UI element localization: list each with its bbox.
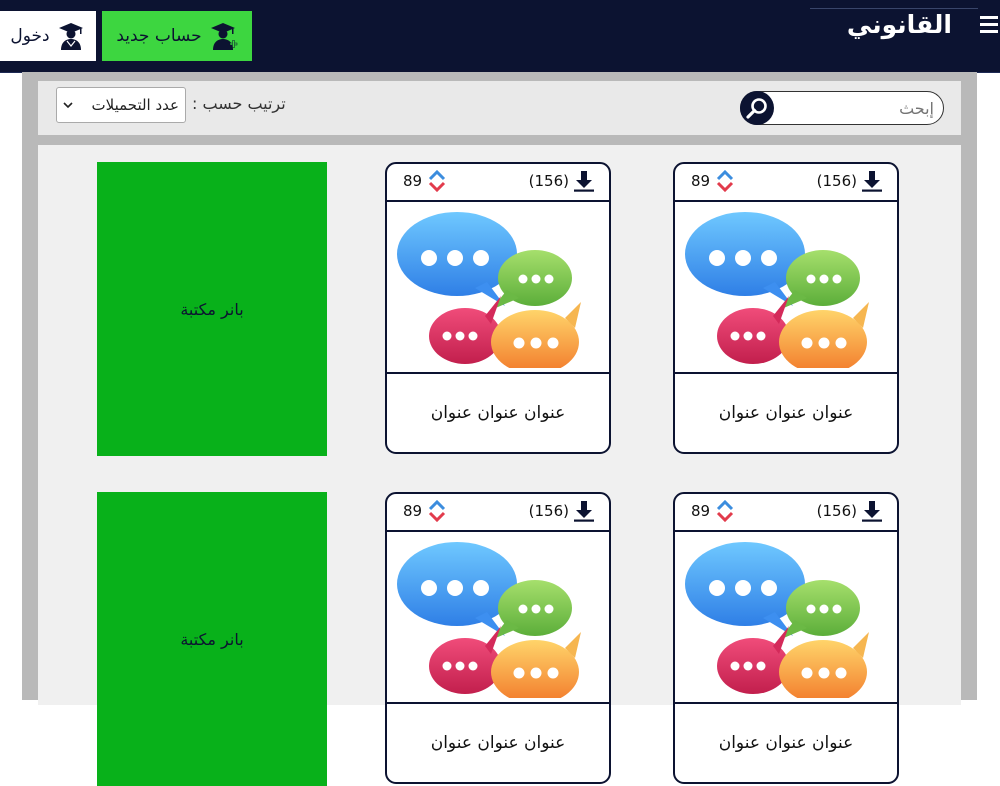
chat-bubbles-icon xyxy=(685,542,869,698)
library-card[interactable]: (156) 89 عنوان عنوان عنوان xyxy=(673,162,899,454)
download-count-value: (156) xyxy=(528,172,569,190)
sort-selected-value: عدد التحميلات xyxy=(91,96,180,114)
card-stats-bar: (156) 89 xyxy=(675,164,897,202)
search-button[interactable] xyxy=(740,91,774,125)
rating: 89 xyxy=(403,500,446,522)
library-card[interactable]: (156) 89 عنوان عنوان عنوان xyxy=(673,492,899,784)
download-count-value: (156) xyxy=(816,502,857,520)
download-count: (156) xyxy=(817,170,883,192)
rating: 89 xyxy=(691,500,734,522)
library-card[interactable]: (156) 89 عنوان عنوان عنوان xyxy=(385,162,611,454)
card-stats-bar: (156) 89 xyxy=(387,494,609,532)
card-stats-bar: (156) 89 xyxy=(387,164,609,202)
site-brand[interactable]: القانوني xyxy=(847,10,952,50)
rating-arrows-icon[interactable] xyxy=(428,170,446,192)
top-header: القانوني حساب جديد دخول xyxy=(0,0,1000,73)
download-icon[interactable] xyxy=(861,170,883,192)
brand-divider xyxy=(810,8,978,9)
rating-value: 89 xyxy=(691,502,711,520)
library-banner[interactable]: بانر مكتبة xyxy=(97,492,327,786)
rating-arrows-icon[interactable] xyxy=(428,500,446,522)
login-label: دخول xyxy=(10,26,50,46)
card-title[interactable]: عنوان عنوان عنوان xyxy=(387,702,609,782)
graduate-user-icon xyxy=(58,23,83,50)
chat-bubbles-icon xyxy=(397,542,581,698)
sort-label: ترتيب حسب : xyxy=(192,94,286,113)
download-count-value: (156) xyxy=(816,172,857,190)
rating-value: 89 xyxy=(403,502,423,520)
download-count-value: (156) xyxy=(528,502,569,520)
library-banner[interactable]: بانر مكتبة xyxy=(97,162,327,456)
card-title[interactable]: عنوان عنوان عنوان xyxy=(675,372,897,452)
rating: 89 xyxy=(403,170,446,192)
download-icon[interactable] xyxy=(573,500,595,522)
rating-value: 89 xyxy=(691,172,711,190)
banner-label: بانر مكتبة xyxy=(180,629,244,649)
new-account-button[interactable]: حساب جديد xyxy=(102,11,252,61)
graduate-add-user-icon xyxy=(210,23,237,50)
rating: 89 xyxy=(691,170,734,192)
chevron-down-icon xyxy=(63,102,73,109)
banner-label: بانر مكتبة xyxy=(180,299,244,319)
chat-bubbles-icon xyxy=(685,212,869,368)
card-title[interactable]: عنوان عنوان عنوان xyxy=(675,702,897,782)
download-count: (156) xyxy=(817,500,883,522)
rating-value: 89 xyxy=(403,172,423,190)
card-stats-bar: (156) 89 xyxy=(675,494,897,532)
login-button[interactable]: دخول xyxy=(0,11,96,61)
download-count: (156) xyxy=(529,170,595,192)
new-account-label: حساب جديد xyxy=(116,26,202,46)
search-icon xyxy=(746,98,767,119)
download-icon[interactable] xyxy=(573,170,595,192)
rating-arrows-icon[interactable] xyxy=(716,170,734,192)
library-card[interactable]: (156) 89 عنوان عنوان عنوان xyxy=(385,492,611,784)
download-icon[interactable] xyxy=(861,500,883,522)
download-count: (156) xyxy=(529,500,595,522)
rating-arrows-icon[interactable] xyxy=(716,500,734,522)
card-title[interactable]: عنوان عنوان عنوان xyxy=(387,372,609,452)
sort-select[interactable]: عدد التحميلات xyxy=(56,87,186,123)
menu-icon[interactable] xyxy=(980,16,998,44)
search-input[interactable] xyxy=(782,93,936,123)
chat-bubbles-icon xyxy=(397,212,581,368)
